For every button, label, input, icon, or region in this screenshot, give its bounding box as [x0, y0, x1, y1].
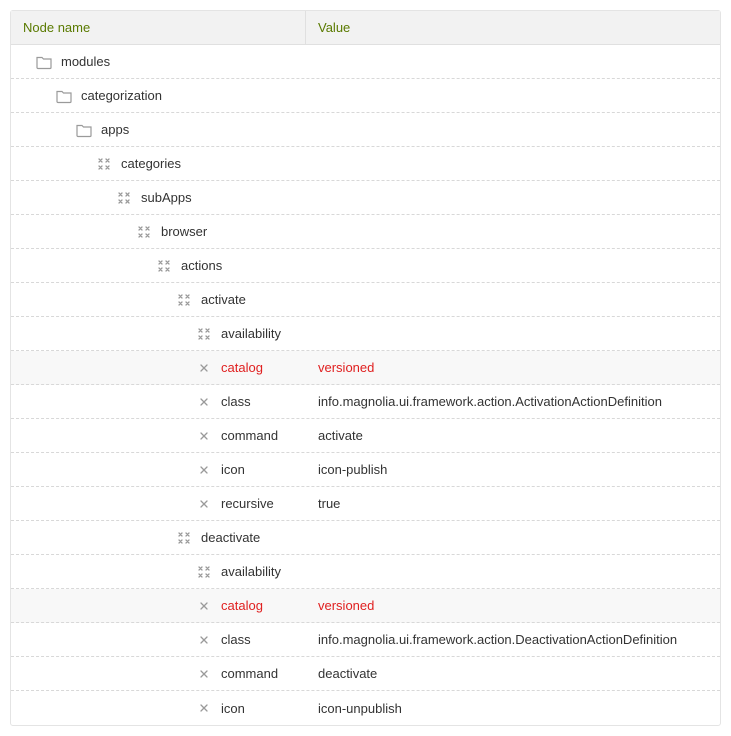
- node-value-cell: info.magnolia.ui.framework.action.Deacti…: [306, 632, 720, 647]
- node-label: catalog: [221, 598, 263, 613]
- node-name-cell: activate: [11, 292, 306, 308]
- content-node-icon: [193, 326, 215, 342]
- node-value-cell: versioned: [306, 598, 720, 613]
- node-name-cell: icon: [11, 462, 306, 478]
- node-value-cell: versioned: [306, 360, 720, 375]
- tree-row[interactable]: actions: [11, 249, 720, 283]
- content-node-icon: [93, 156, 115, 172]
- tree-row[interactable]: categorization: [11, 79, 720, 113]
- node-label: browser: [161, 224, 207, 239]
- content-node-icon: [113, 190, 135, 206]
- folder-icon: [33, 54, 55, 70]
- property-icon: [193, 700, 215, 716]
- table-header: Node name Value: [11, 11, 720, 45]
- node-label: availability: [221, 326, 281, 341]
- node-name-cell: availability: [11, 564, 306, 580]
- tree-row[interactable]: catalog versioned: [11, 589, 720, 623]
- tree-row[interactable]: command deactivate: [11, 657, 720, 691]
- folder-icon: [73, 122, 95, 138]
- tree-row[interactable]: class info.magnolia.ui.framework.action.D…: [11, 623, 720, 657]
- tree-row[interactable]: availability: [11, 555, 720, 589]
- node-name-cell: deactivate: [11, 530, 306, 546]
- node-name-cell: availability: [11, 326, 306, 342]
- node-label: icon: [221, 701, 245, 716]
- node-value-cell: activate: [306, 428, 720, 443]
- property-icon: [193, 462, 215, 478]
- node-label: categorization: [81, 88, 162, 103]
- tree-row[interactable]: subApps: [11, 181, 720, 215]
- node-label: class: [221, 632, 251, 647]
- node-name-cell: recursive: [11, 496, 306, 512]
- property-icon: [193, 394, 215, 410]
- content-node-icon: [193, 564, 215, 580]
- node-name-cell: categorization: [11, 88, 306, 104]
- content-node-icon: [153, 258, 175, 274]
- column-header-value[interactable]: Value: [306, 20, 720, 35]
- tree-rows: modules categorization apps categories subAp…: [11, 45, 720, 725]
- node-name-cell: command: [11, 428, 306, 444]
- node-label: modules: [61, 54, 110, 69]
- node-label: command: [221, 428, 278, 443]
- tree-row[interactable]: class info.magnolia.ui.framework.action.A…: [11, 385, 720, 419]
- property-icon: [193, 428, 215, 444]
- node-label: icon: [221, 462, 245, 477]
- node-label: class: [221, 394, 251, 409]
- node-label: catalog: [221, 360, 263, 375]
- node-name-cell: subApps: [11, 190, 306, 206]
- node-value-cell: info.magnolia.ui.framework.action.Activa…: [306, 394, 720, 409]
- content-node-icon: [173, 530, 195, 546]
- node-label: recursive: [221, 496, 274, 511]
- tree-row[interactable]: deactivate: [11, 521, 720, 555]
- node-name-cell: icon: [11, 700, 306, 716]
- tree-row[interactable]: catalog versioned: [11, 351, 720, 385]
- property-icon: [193, 360, 215, 376]
- content-node-icon: [173, 292, 195, 308]
- property-icon: [193, 496, 215, 512]
- node-name-cell: browser: [11, 224, 306, 240]
- node-value-cell: true: [306, 496, 720, 511]
- content-node-icon: [133, 224, 155, 240]
- node-label: activate: [201, 292, 246, 307]
- node-value-cell: icon-publish: [306, 462, 720, 477]
- node-name-cell: apps: [11, 122, 306, 138]
- node-name-cell: catalog: [11, 360, 306, 376]
- node-label: actions: [181, 258, 222, 273]
- column-header-name[interactable]: Node name: [11, 11, 306, 44]
- tree-row[interactable]: availability: [11, 317, 720, 351]
- tree-row[interactable]: categories: [11, 147, 720, 181]
- tree-row[interactable]: recursive true: [11, 487, 720, 521]
- node-label: command: [221, 666, 278, 681]
- node-label: categories: [121, 156, 181, 171]
- node-name-cell: actions: [11, 258, 306, 274]
- node-name-cell: categories: [11, 156, 306, 172]
- tree-row[interactable]: icon icon-unpublish: [11, 691, 720, 725]
- property-icon: [193, 632, 215, 648]
- tree-panel: Node name Value modules categorization app…: [10, 10, 721, 726]
- node-name-cell: class: [11, 394, 306, 410]
- tree-row[interactable]: browser: [11, 215, 720, 249]
- node-label: subApps: [141, 190, 192, 205]
- tree-row[interactable]: apps: [11, 113, 720, 147]
- tree-row[interactable]: icon icon-publish: [11, 453, 720, 487]
- node-label: apps: [101, 122, 129, 137]
- node-name-cell: class: [11, 632, 306, 648]
- node-value-cell: deactivate: [306, 666, 720, 681]
- node-label: availability: [221, 564, 281, 579]
- node-label: deactivate: [201, 530, 260, 545]
- node-name-cell: modules: [11, 54, 306, 70]
- tree-row[interactable]: modules: [11, 45, 720, 79]
- tree-row[interactable]: command activate: [11, 419, 720, 453]
- folder-icon: [53, 88, 75, 104]
- node-value-cell: icon-unpublish: [306, 701, 720, 716]
- property-icon: [193, 598, 215, 614]
- node-name-cell: catalog: [11, 598, 306, 614]
- tree-row[interactable]: activate: [11, 283, 720, 317]
